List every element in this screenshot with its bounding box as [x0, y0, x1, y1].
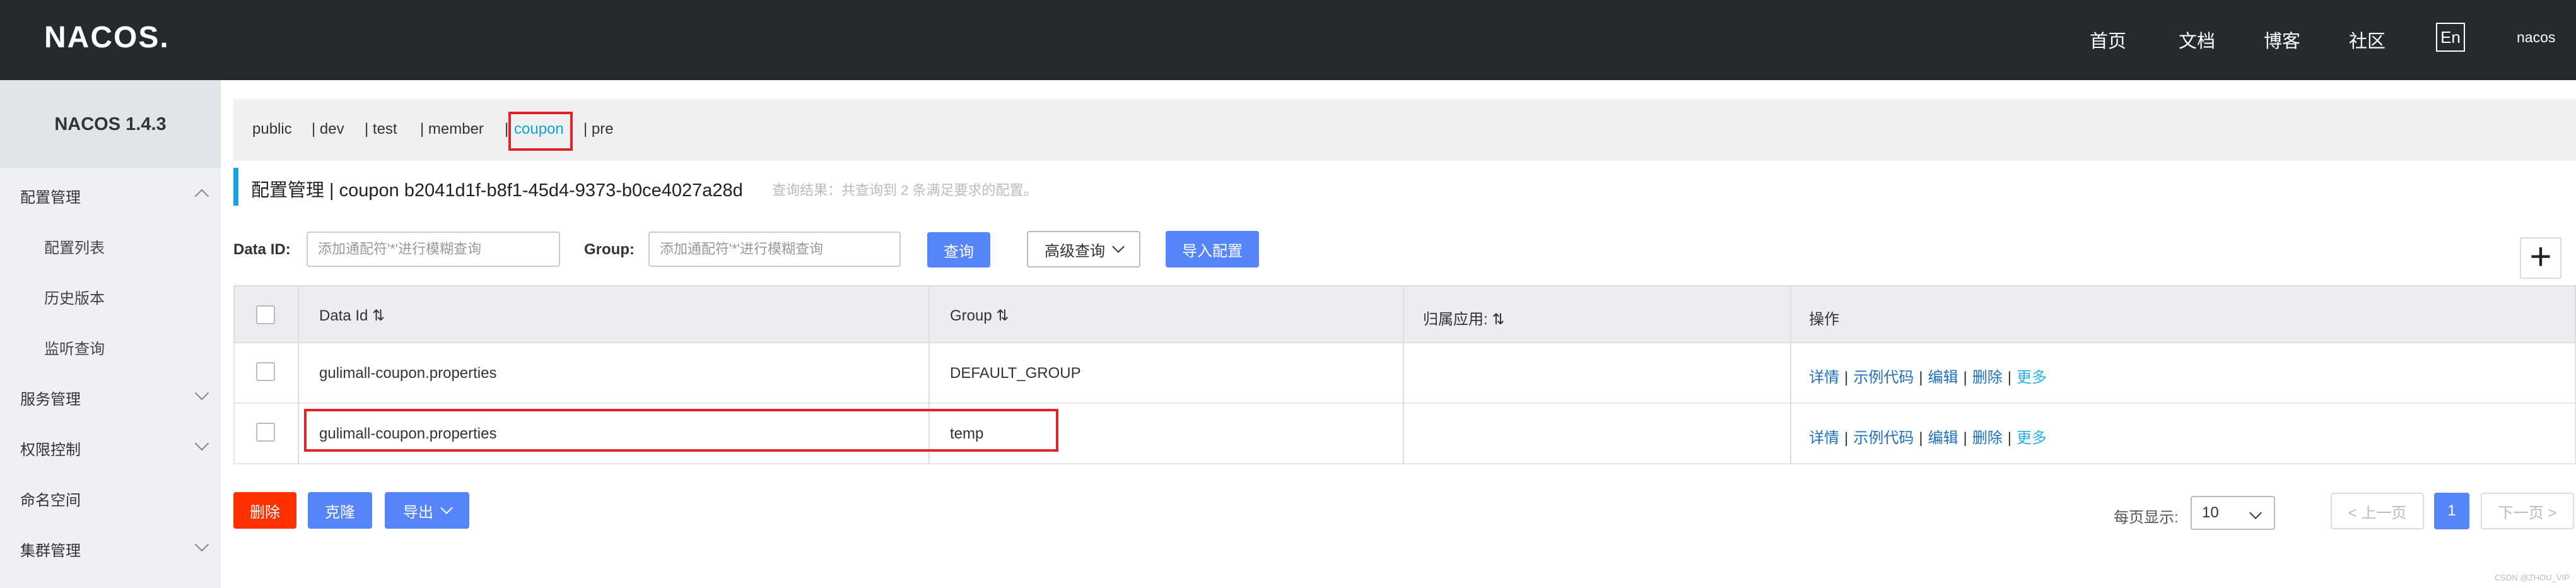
- sidebar-item-config-management[interactable]: 配置管理: [20, 185, 81, 207]
- column-header-dataid[interactable]: Data Id ⇅: [319, 307, 385, 325]
- select-all-checkbox[interactable]: [256, 305, 275, 324]
- column-header-app[interactable]: 归属应用: ⇅: [1423, 307, 1504, 329]
- prev-page-button[interactable]: < 上一页: [2331, 493, 2424, 529]
- query-button[interactable]: 查询: [927, 232, 990, 268]
- namespace-member[interactable]: | member: [420, 121, 484, 138]
- language-switch[interactable]: En: [2436, 23, 2465, 52]
- export-button[interactable]: 导出: [385, 492, 469, 529]
- table-row: gulimall-coupon.properties DEFAULT_GROUP…: [233, 343, 2576, 404]
- action-detail[interactable]: 详情: [1809, 369, 1839, 386]
- chevron-up-icon: [194, 189, 209, 204]
- column-header-actions: 操作: [1809, 311, 1839, 328]
- chevron-down-icon: [194, 436, 209, 451]
- version-label: NACOS 1.4.3: [0, 80, 221, 168]
- sidebar-item-cluster-management[interactable]: 集群管理: [20, 538, 81, 560]
- page-title: 配置管理 | coupon b2041d1f-b8f1-45d4-9373-b0…: [251, 180, 743, 201]
- watermark: CSDN @ZHOU_VIP: [2495, 573, 2570, 582]
- advanced-query-label: 高级查询: [1045, 242, 1105, 260]
- page-size-select[interactable]: 10: [2191, 496, 2275, 530]
- nav-docs[interactable]: 文档: [2179, 26, 2215, 53]
- sidebar-item-namespace[interactable]: 命名空间: [20, 488, 81, 510]
- group-label: Group:: [584, 241, 635, 258]
- nav-home[interactable]: 首页: [2090, 26, 2126, 53]
- sidebar-item-config-list[interactable]: 配置列表: [44, 235, 105, 257]
- row-group: DEFAULT_GROUP: [950, 365, 1081, 382]
- row-checkbox[interactable]: [256, 423, 275, 442]
- namespace-public[interactable]: public: [252, 121, 292, 138]
- group-input[interactable]: [648, 232, 901, 267]
- column-header-group[interactable]: Group ⇅: [950, 307, 1009, 325]
- highlight-box: [508, 112, 573, 151]
- title-accent-bar: [233, 168, 238, 206]
- action-sample-code[interactable]: 示例代码: [1853, 369, 1914, 386]
- advanced-query-button[interactable]: 高级查询: [1027, 231, 1140, 268]
- table-row: gulimall-coupon.properties temp 详情 | 示例代码 |…: [233, 404, 2576, 464]
- action-sample-code[interactable]: 示例代码: [1853, 430, 1914, 447]
- current-page-button[interactable]: 1: [2434, 493, 2469, 529]
- clone-button[interactable]: 克隆: [308, 492, 372, 529]
- import-config-button[interactable]: 导入配置: [1166, 231, 1259, 268]
- delete-button[interactable]: 删除: [233, 492, 296, 529]
- nav-community[interactable]: 社区: [2349, 26, 2386, 53]
- namespace-dev[interactable]: | dev: [312, 121, 344, 138]
- export-label: 导出: [403, 503, 433, 521]
- action-detail[interactable]: 详情: [1809, 430, 1839, 447]
- action-more[interactable]: 更多: [2017, 369, 2047, 386]
- chevron-down-icon: [1112, 240, 1125, 253]
- chevron-down-icon: [2249, 507, 2262, 519]
- highlight-box: [304, 409, 1058, 452]
- plus-icon[interactable]: +: [2520, 237, 2561, 279]
- top-bar: NACOS. 首页 文档 博客 社区 En nacos: [0, 0, 2576, 80]
- chevron-down-icon: [194, 385, 209, 401]
- nav-blog[interactable]: 博客: [2264, 26, 2300, 53]
- sidebar-item-service-management[interactable]: 服务管理: [20, 387, 81, 409]
- row-actions: 详情 | 示例代码 | 编辑 | 删除 | 更多: [1809, 430, 2047, 447]
- nacos-logo[interactable]: NACOS.: [44, 20, 170, 55]
- namespace-pre[interactable]: | pre: [583, 121, 614, 138]
- row-checkbox[interactable]: [256, 362, 275, 381]
- action-edit[interactable]: 编辑: [1928, 369, 1958, 386]
- next-page-button[interactable]: 下一页 >: [2481, 493, 2574, 529]
- row-dataid: gulimall-coupon.properties: [319, 365, 497, 382]
- table-header: Data Id ⇅ Group ⇅ 归属应用: ⇅ 操作: [233, 285, 2576, 344]
- action-delete[interactable]: 删除: [1972, 430, 2003, 447]
- user-name[interactable]: nacos: [2517, 29, 2555, 46]
- namespace-tabs: public | dev | test | member | coupon | …: [233, 99, 2576, 161]
- page-size-label: 每页显示:: [2114, 509, 2179, 526]
- page-size-value: 10: [2202, 504, 2219, 521]
- sidebar-item-history[interactable]: 历史版本: [44, 286, 105, 308]
- action-delete[interactable]: 删除: [1972, 369, 2003, 386]
- row-actions: 详情 | 示例代码 | 编辑 | 删除 | 更多: [1809, 369, 2047, 386]
- sidebar-item-listener-query[interactable]: 监听查询: [44, 336, 105, 358]
- sidebar: NACOS 1.4.3 配置管理 配置列表 历史版本 监听查询 服务管理 权限控…: [0, 80, 221, 588]
- dataid-label: Data ID:: [233, 241, 291, 258]
- sidebar-item-access-control[interactable]: 权限控制: [20, 437, 81, 459]
- dataid-input[interactable]: [307, 232, 560, 267]
- query-result-note: 查询结果：共查询到 2 条满足要求的配置。: [772, 182, 1038, 198]
- namespace-test[interactable]: | test: [365, 121, 397, 138]
- chevron-down-icon: [440, 502, 453, 514]
- action-more[interactable]: 更多: [2017, 430, 2047, 447]
- action-edit[interactable]: 编辑: [1928, 430, 1958, 447]
- chevron-down-icon: [194, 537, 209, 552]
